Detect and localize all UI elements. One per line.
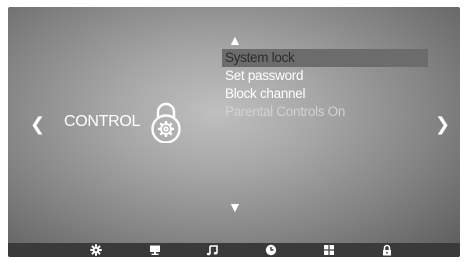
picture-icon[interactable] [149, 244, 161, 256]
scroll-up-arrow-icon[interactable]: ▲ [228, 33, 242, 47]
lock-gear-icon [149, 101, 183, 144]
apps-icon[interactable] [323, 244, 335, 256]
lock-icon[interactable] [381, 244, 393, 256]
lock-settings-menu: System lock Set password Block channel P… [222, 49, 428, 121]
menu-item-block-channel[interactable]: Block channel [222, 85, 428, 103]
next-category-arrow-icon[interactable]: ❯ [435, 115, 450, 133]
menu-item-parental-controls: Parental Controls On [225, 104, 346, 119]
menu-item-set-password[interactable]: Set password [222, 67, 428, 85]
category-bar [8, 243, 460, 257]
category-title: CONTROL [64, 113, 141, 130]
settings-icon[interactable] [90, 244, 102, 256]
menu-item-system-lock[interactable]: System lock [222, 49, 428, 67]
music-icon[interactable] [206, 244, 218, 256]
time-icon[interactable] [265, 244, 277, 256]
scroll-down-arrow-icon[interactable]: ▼ [228, 200, 242, 214]
tv-menu-screen: ▲ ▼ ❮ ❯ CONTROL System lock Set password… [8, 7, 460, 257]
previous-category-arrow-icon[interactable]: ❮ [30, 115, 45, 133]
